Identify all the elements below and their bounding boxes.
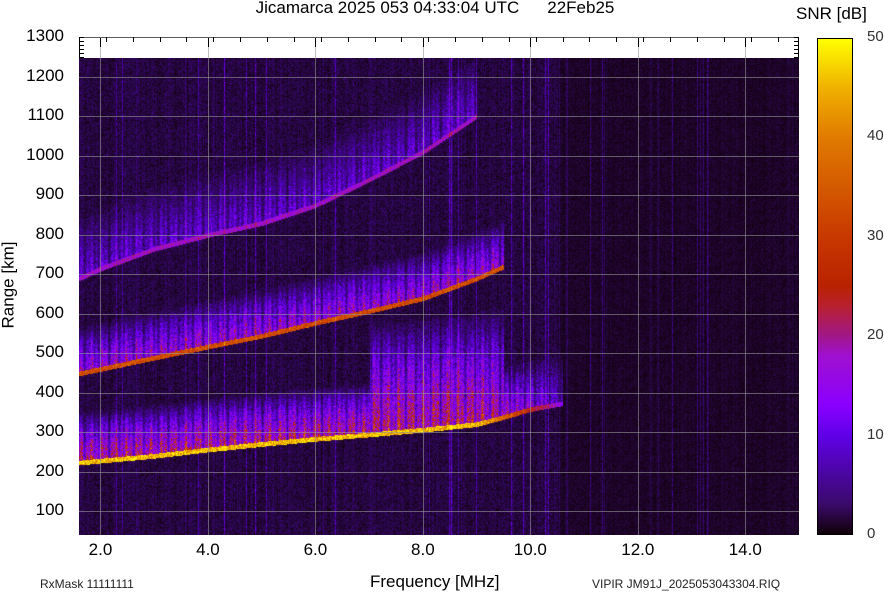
title-date: 22Feb25 xyxy=(547,0,615,17)
grid-overlay xyxy=(79,37,799,535)
x-tick-label: 14.0 xyxy=(728,540,762,559)
rxmask-label: RxMask 11111111 xyxy=(40,577,134,591)
y-tick-label: 600 xyxy=(35,302,64,322)
colorbar-tick-label: 0 xyxy=(867,525,876,542)
chart-title: Jicamarca 2025 053 04:33:04 UTC 22Feb25 xyxy=(0,0,870,18)
colorbar-title: SNR [dB] xyxy=(796,4,867,23)
y-tick-label: 1000 xyxy=(26,144,64,164)
y-tick-label: 1300 xyxy=(26,26,64,45)
x-tick-label: 10.0 xyxy=(513,540,547,559)
y-tick-label: 400 xyxy=(35,381,64,401)
y-tick-label: 800 xyxy=(35,223,64,243)
y-tick-label: 700 xyxy=(35,263,64,283)
y-tick-label: 1100 xyxy=(27,105,64,125)
file-name-label: VIPIR JM91J_2025053043304.RIQ xyxy=(592,577,781,591)
y-tick-label: 500 xyxy=(35,342,64,362)
x-tick-label: 4.0 xyxy=(196,540,220,559)
colorbar-tick-label: 30 xyxy=(867,226,884,244)
title-text: Jicamarca 2025 053 04:33:04 UTC xyxy=(255,0,520,17)
y-tick-label: 900 xyxy=(35,184,64,204)
y-tick-label: 200 xyxy=(35,460,64,480)
x-tick-label: 6.0 xyxy=(303,540,328,559)
y-tick-label: 100 xyxy=(35,500,64,520)
ionogram: Jicamarca 2025 053 04:33:04 UTC 22Feb25 S… xyxy=(0,0,884,595)
colorbar-tick-label: 10 xyxy=(867,425,884,443)
x-tick-label: 12.0 xyxy=(621,540,655,559)
y-tick-label: 300 xyxy=(35,421,64,441)
colorbar xyxy=(817,38,853,535)
x-axis-label: Frequency [MHz] xyxy=(370,572,500,591)
colorbar-tick-label: 40 xyxy=(867,127,884,145)
y-tick-label: 1200 xyxy=(26,65,64,85)
x-tick-label: 2.0 xyxy=(88,540,113,559)
colorbar-tick-label: 50 xyxy=(867,28,884,45)
x-tick-label: 8.0 xyxy=(411,540,435,559)
colorbar-tick-label: 20 xyxy=(867,326,884,344)
